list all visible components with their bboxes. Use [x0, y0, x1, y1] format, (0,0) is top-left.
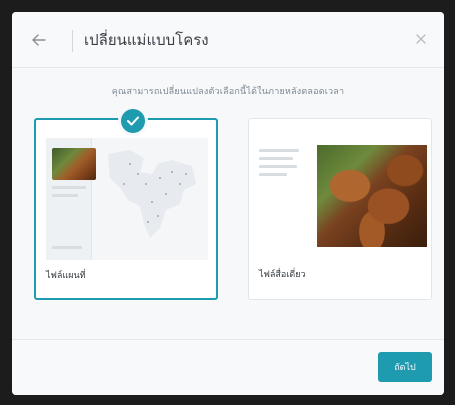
template-card-single-media[interactable]: ไฟล์สื่อเดี่ยว [248, 118, 432, 300]
checkmark-icon [127, 116, 139, 126]
dialog-title: เปลี่ยนแม่แบบโครง [84, 31, 209, 49]
preview-text-line [259, 157, 293, 160]
dialog-subtitle: คุณสามารถเปลี่ยนแปลงตัวเลือกนี้ได้ในภายห… [111, 87, 345, 97]
close-icon [416, 34, 426, 44]
template-card-label: ไฟล์สื่อเดี่ยว [259, 270, 306, 280]
arrow-left-icon [32, 34, 46, 46]
back-button[interactable] [28, 30, 50, 50]
preview-text-line [52, 186, 86, 189]
preview-map-graphic [108, 150, 196, 238]
preview-thumbnail-image [52, 148, 96, 180]
preview-text-line [52, 194, 78, 197]
close-button[interactable] [410, 28, 432, 50]
map-template-preview [46, 138, 208, 260]
preview-text-line [259, 149, 299, 152]
next-button[interactable]: ถัดไป [378, 352, 432, 382]
dialog-footer: ถัดไป [12, 339, 444, 395]
header-divider [72, 30, 73, 52]
template-card-map[interactable]: ไฟล์แผนที่ [34, 118, 218, 300]
template-card-label: ไฟล์แผนที่ [46, 271, 86, 281]
preview-text-line [52, 246, 82, 249]
preview-text-line [259, 165, 297, 168]
change-template-dialog: เปลี่ยนแม่แบบโครง คุณสามารถเปลี่ยนแปลงตั… [12, 12, 444, 395]
preview-text-line [259, 173, 287, 176]
single-media-preview-photo [317, 145, 427, 247]
dialog-header: เปลี่ยนแม่แบบโครง [12, 12, 444, 68]
selected-check-badge [118, 106, 148, 136]
